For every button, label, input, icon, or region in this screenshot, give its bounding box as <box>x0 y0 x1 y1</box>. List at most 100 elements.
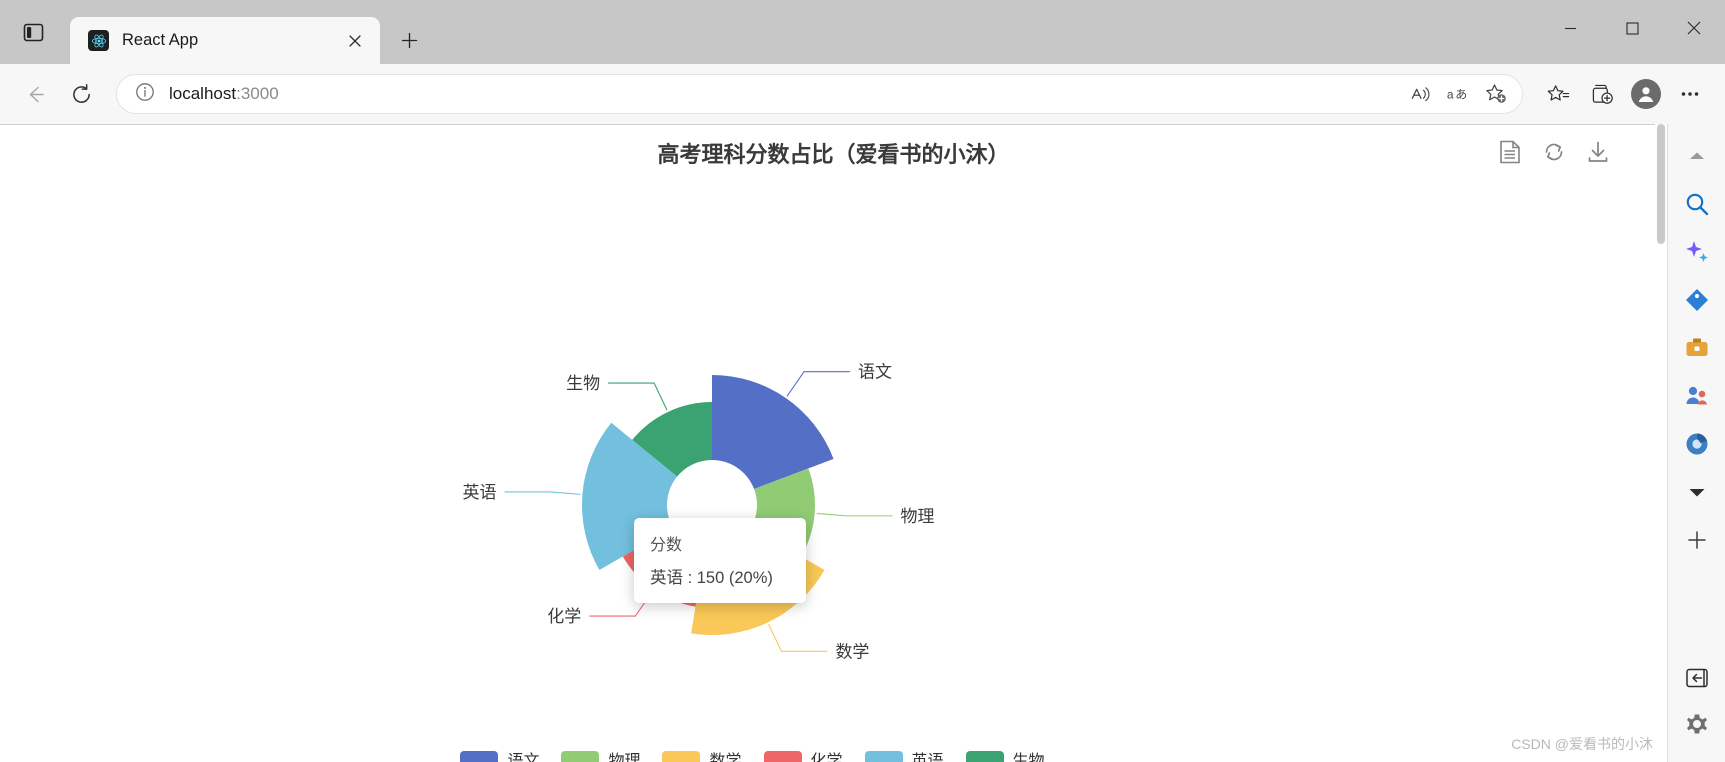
translate-icon[interactable]: a あ <box>1440 76 1476 112</box>
games-icon <box>1686 386 1707 405</box>
address-bar[interactable]: localhost:3000 a あ <box>116 74 1523 114</box>
chart-tooltip: 分数 英语 : 150 (20%) <box>634 518 806 603</box>
label-leader-line <box>608 382 668 411</box>
gear-icon <box>1686 714 1707 734</box>
sidebar-scroll-down-button[interactable] <box>1675 470 1719 514</box>
shopping-tag-icon <box>1685 289 1708 311</box>
label-leader-line <box>786 371 851 397</box>
legend-swatch <box>965 750 1004 762</box>
sidebar-item-search[interactable] <box>1675 182 1719 226</box>
slice-label: 化学 <box>547 607 581 627</box>
tab-title: React App <box>122 31 199 49</box>
url-host: localhost <box>169 84 237 103</box>
tooltip-title: 分数 <box>650 537 683 554</box>
new-tab-button[interactable] <box>390 21 428 59</box>
browser-tab[interactable]: React App <box>70 17 380 64</box>
scrollbar-thumb[interactable] <box>1657 124 1665 244</box>
react-logo-icon <box>88 30 109 51</box>
tab-strip: React App <box>0 0 1725 64</box>
legend-label: 生物 <box>1012 753 1045 762</box>
legend-item[interactable]: 语文 <box>460 747 539 762</box>
chevron-up-icon <box>1689 152 1704 159</box>
window-close-button[interactable] <box>1663 0 1725 56</box>
watermark-text: CSDN @爱看书的小沐 <box>1511 736 1653 752</box>
legend-label: 英语 <box>911 753 944 762</box>
svg-text:a: a <box>1447 88 1454 102</box>
omnibox-actions: a あ <box>1402 76 1514 112</box>
legend-item[interactable]: 英语 <box>864 747 944 762</box>
tab-actions-button[interactable] <box>10 9 56 55</box>
copilot-sparkle-icon <box>1685 241 1708 262</box>
url-text: localhost:3000 <box>155 84 1402 104</box>
slice-label: 数学 <box>835 642 869 662</box>
download-icon[interactable] <box>1585 139 1611 165</box>
restore-refresh-icon[interactable] <box>1541 139 1567 165</box>
sidebar-split-screen-button[interactable] <box>1675 656 1719 700</box>
edge-sidebar <box>1667 124 1725 762</box>
legend-item[interactable]: 物理 <box>561 747 640 762</box>
minimize-button[interactable] <box>1539 0 1601 56</box>
tab-list-icon <box>23 23 43 41</box>
search-icon <box>1686 193 1708 216</box>
legend-item[interactable]: 生物 <box>965 747 1045 762</box>
settings-more-button[interactable] <box>1669 73 1711 115</box>
navigation-bar: localhost:3000 a あ <box>0 64 1725 124</box>
tools-icon <box>1686 338 1707 356</box>
reload-button[interactable] <box>60 73 102 115</box>
tooltip-value: 英语 : 150 (20%) <box>650 569 773 587</box>
label-leader-line <box>816 512 893 517</box>
add-favorite-icon[interactable] <box>1478 76 1514 112</box>
legend-label: 物理 <box>608 753 641 762</box>
chevron-down-icon <box>1689 488 1704 496</box>
pie-slice[interactable] <box>712 375 834 490</box>
collections-icon <box>1592 84 1613 104</box>
sidebar-item-games[interactable] <box>1675 374 1719 418</box>
window-controls <box>1539 0 1725 56</box>
legend-swatch <box>460 750 499 762</box>
page-scrollbar[interactable] <box>1655 124 1667 762</box>
read-aloud-icon[interactable] <box>1402 76 1438 112</box>
rose-chart-svg: 语文物理数学 化学 英语 生物 <box>463 363 935 663</box>
sidebar-item-shopping[interactable] <box>1675 278 1719 322</box>
tab-close-button[interactable] <box>341 27 368 54</box>
settings-more-icon <box>1681 92 1699 96</box>
label-leader-line <box>504 491 581 495</box>
maximize-icon <box>1625 21 1639 35</box>
legend-label: 化学 <box>810 753 843 762</box>
legend-swatch <box>763 750 802 762</box>
favorites-icon <box>1547 84 1569 101</box>
legend-label: 语文 <box>507 753 540 762</box>
sidebar-item-tools[interactable] <box>1675 326 1719 370</box>
legend-swatch <box>561 750 600 762</box>
browser-window: React App localhost:3000 a あ 高考理科分数占比（爱看… <box>0 0 1725 762</box>
slice-label: 英语 <box>463 483 497 503</box>
plus-icon <box>1687 531 1706 549</box>
maximize-button[interactable] <box>1601 0 1663 56</box>
chart-legend: 语文 物理 数学 化学 英语 生物 <box>0 747 1505 762</box>
sidebar-item-browser-essentials[interactable] <box>1675 422 1719 466</box>
sidebar-add-button[interactable] <box>1675 518 1719 562</box>
legend-swatch <box>662 750 701 762</box>
legend-item[interactable]: 化学 <box>763 747 843 762</box>
svg-text:あ: あ <box>1455 88 1467 102</box>
close-icon <box>1687 21 1701 35</box>
favorites-button[interactable] <box>1537 73 1579 115</box>
sidebar-settings-button[interactable] <box>1675 704 1719 748</box>
minimize-icon <box>1564 27 1576 29</box>
browser-essentials-icon <box>1686 433 1707 455</box>
chart-toolbox <box>1497 139 1611 165</box>
toolbar-actions <box>1537 73 1711 115</box>
info-circle-icon[interactable] <box>135 82 155 107</box>
plus-icon <box>401 32 417 48</box>
sidebar-scroll-up-button[interactable] <box>1675 134 1719 178</box>
legend-swatch <box>864 750 903 762</box>
profile-button[interactable] <box>1625 73 1667 115</box>
reload-icon <box>72 83 90 103</box>
sidebar-item-copilot[interactable] <box>1675 230 1719 274</box>
collections-button[interactable] <box>1581 73 1623 115</box>
url-port: :3000 <box>236 84 279 103</box>
back-button[interactable] <box>14 73 56 115</box>
web-content: 高考理科分数占比（爱看书的小沐） 语文 物理 数学 化学 英语 生物 分数 英语… <box>0 124 1667 762</box>
slice-label: 生物 <box>566 374 600 394</box>
legend-item[interactable]: 数学 <box>662 747 742 762</box>
